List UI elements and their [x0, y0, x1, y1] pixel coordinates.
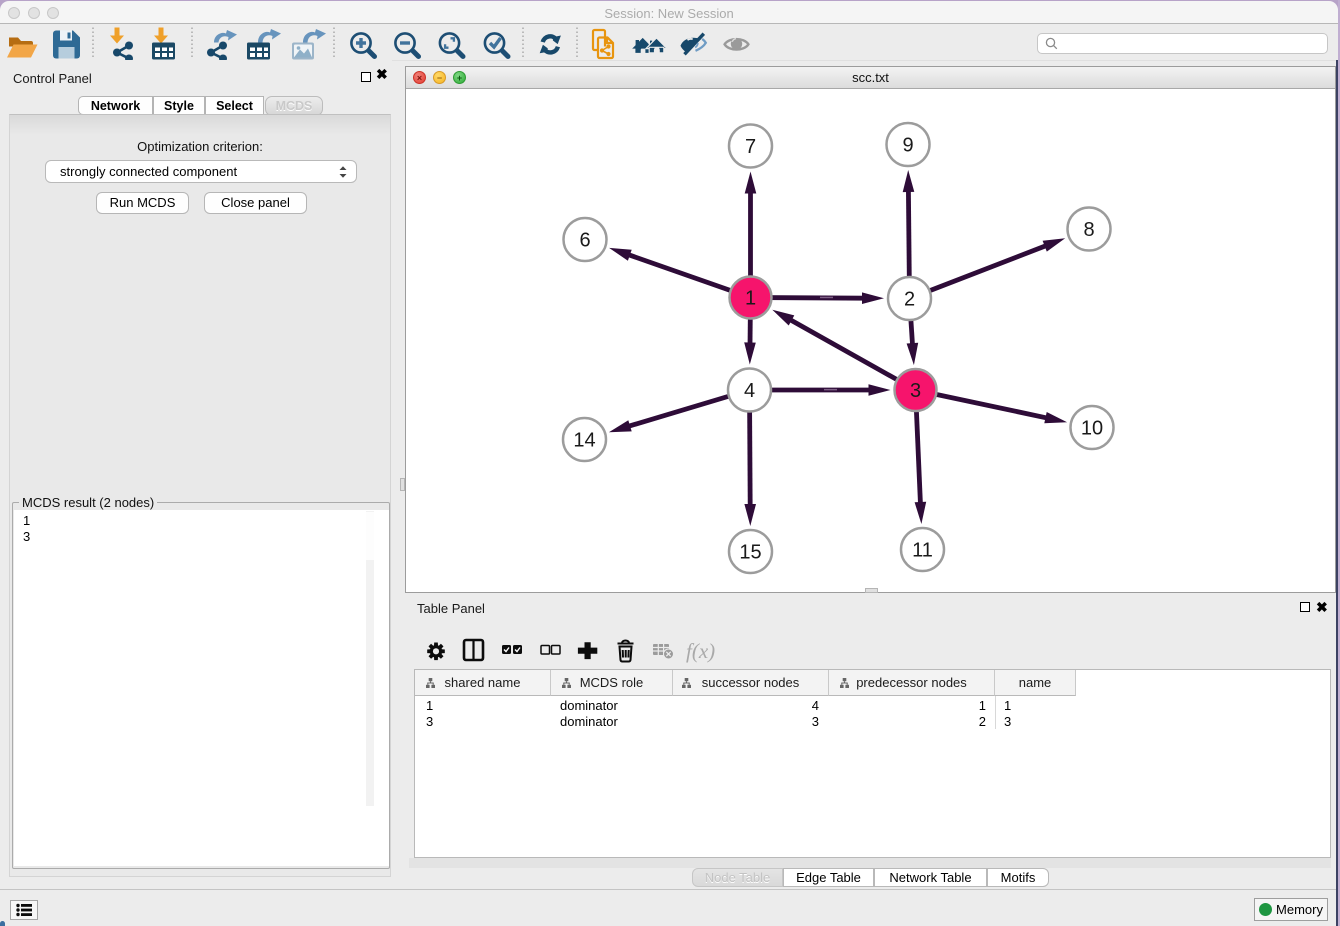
svg-text:7: 7 — [745, 136, 756, 158]
svg-text:3: 3 — [910, 380, 921, 402]
svg-text:6: 6 — [579, 230, 590, 252]
svg-text:4: 4 — [744, 380, 755, 402]
svg-text:10: 10 — [1081, 418, 1103, 440]
svg-text:1: 1 — [745, 288, 756, 310]
svg-text:15: 15 — [739, 542, 761, 564]
svg-text:8: 8 — [1083, 219, 1094, 241]
svg-text:f(x): f(x) — [686, 639, 715, 663]
svg-text:11: 11 — [912, 540, 933, 562]
svg-text:9: 9 — [902, 135, 913, 157]
svg-text:2: 2 — [904, 289, 915, 311]
svg-text:14: 14 — [573, 430, 595, 452]
